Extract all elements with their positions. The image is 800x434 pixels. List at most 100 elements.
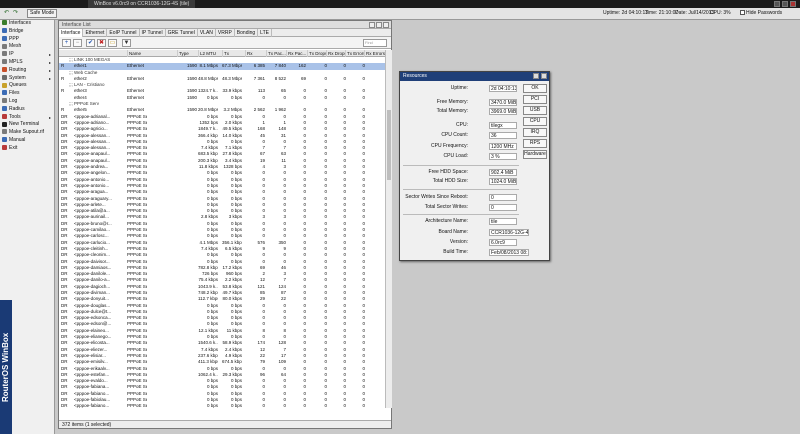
bridge-icon: [2, 27, 7, 33]
column-header[interactable]: Name: [127, 50, 177, 57]
maximize-icon[interactable]: [782, 1, 788, 7]
log-icon: [2, 98, 7, 104]
table-cell: PPPoE Server Binding: [127, 403, 147, 408]
table-cell: 0: [303, 403, 306, 408]
hide-passwords-label: Hide Passwords: [746, 10, 783, 16]
architecture-field: tile: [489, 218, 517, 225]
window-maximize-icon[interactable]: [376, 22, 382, 28]
date-status: Date: Jul/14/2013: [675, 10, 715, 16]
sidebar-item-label: Make Supout.rif: [9, 129, 45, 136]
sidebar-item-interfaces[interactable]: Interfaces: [0, 20, 54, 28]
sidebar-item-system[interactable]: System ▸: [0, 75, 54, 83]
column-header[interactable]: Tx Pac...: [266, 50, 286, 57]
free-hdd-field: 902.4 MiB: [489, 169, 517, 176]
resources-minimize-icon[interactable]: [533, 73, 539, 79]
column-header[interactable]: Tx Errors: [345, 50, 364, 57]
hide-passwords-checkbox[interactable]: Hide Passwords: [740, 10, 782, 17]
divider: [403, 189, 519, 190]
ok-button[interactable]: OK: [523, 84, 547, 93]
submenu-arrow-icon: ▸: [48, 75, 51, 81]
table-cell: <pppoe-fabiano...: [74, 403, 110, 408]
rps-button[interactable]: RPS: [523, 139, 547, 148]
submenu-arrow-icon: ▸: [48, 67, 51, 73]
cpu-label: CPU:: [456, 122, 468, 128]
sidebar-item-exit[interactable]: Exit: [0, 145, 54, 153]
tab-lte[interactable]: LTE: [258, 29, 272, 37]
system-icon: [2, 74, 7, 80]
enable-icon[interactable]: ✔: [86, 39, 95, 47]
undo-icon[interactable]: ↶: [3, 10, 10, 17]
column-header[interactable]: Type: [177, 50, 198, 57]
tab-gre-tunnel[interactable]: GRE Tunnel: [166, 29, 198, 37]
resources-close-icon[interactable]: [541, 73, 547, 79]
scrollbar-thumb[interactable]: [387, 110, 391, 180]
disable-icon[interactable]: ✖: [97, 39, 106, 47]
add-icon[interactable]: +: [62, 39, 71, 47]
find-input[interactable]: Find: [363, 39, 387, 47]
table-row[interactable]: DR <pppoe-fabiano... PPPoE Server Binding 0…: [59, 403, 385, 408]
sidebar-item-new-terminal[interactable]: New Terminal: [0, 121, 54, 129]
pci-button[interactable]: PCI: [523, 95, 547, 104]
column-header[interactable]: Rx Pac...: [286, 50, 307, 57]
supout-icon: [2, 129, 7, 135]
irq-button[interactable]: IRQ: [523, 128, 547, 137]
close-icon[interactable]: [790, 1, 796, 7]
tab-bonding[interactable]: Bonding: [235, 29, 259, 37]
architecture-label: Architecture Name:: [425, 218, 468, 224]
window-minimize-icon[interactable]: [369, 22, 375, 28]
safe-mode-button[interactable]: Safe Mode: [27, 9, 58, 18]
filter-icon[interactable]: ▼: [122, 39, 131, 47]
hardware-button[interactable]: Hardware: [523, 150, 547, 159]
table-scrollbar[interactable]: [385, 50, 392, 408]
sidebar-item-ip[interactable]: IP ▸: [0, 51, 54, 59]
board-name-field: CCR1036-12G-4S: [489, 229, 529, 236]
remove-icon[interactable]: −: [73, 39, 82, 47]
checkbox-icon: [740, 10, 745, 16]
tab-vlan[interactable]: VLAN: [198, 29, 216, 37]
table-cell: 0: [343, 403, 346, 408]
table-cell: 0: [262, 403, 265, 408]
tab-ethernet[interactable]: Ethernet: [83, 29, 108, 37]
files-icon: [2, 90, 7, 96]
redo-icon[interactable]: ↷: [12, 10, 19, 17]
sidebar-item-label: PPP: [9, 35, 20, 42]
sidebar-item-mpls[interactable]: MPLS ▸: [0, 59, 54, 67]
column-header[interactable]: Tx: [222, 50, 245, 57]
column-header[interactable]: Rx Drops: [326, 50, 345, 57]
sidebar-item-manual[interactable]: Manual: [0, 137, 54, 145]
sidebar-item-routing[interactable]: Routing ▸: [0, 67, 54, 75]
mesh-icon: [2, 43, 7, 49]
tab-interface[interactable]: Interface: [59, 29, 84, 37]
minimize-icon[interactable]: [774, 1, 780, 7]
column-header[interactable]: Rx: [245, 50, 266, 57]
column-header[interactable]: L2 MTU: [198, 50, 222, 57]
window-close-icon[interactable]: [383, 22, 389, 28]
tab-ip-tunnel[interactable]: IP Tunnel: [140, 29, 166, 37]
tab-vrrp[interactable]: VRRP: [216, 29, 235, 37]
cpu-button[interactable]: CPU: [523, 117, 547, 126]
sidebar-item-bridge[interactable]: Bridge: [0, 28, 54, 36]
interfaces-icon: [2, 20, 7, 26]
uptime-field: 2d 04:10:13: [489, 85, 517, 92]
sidebar-item-files[interactable]: Files: [0, 90, 54, 98]
sidebar-item-mesh[interactable]: Mesh: [0, 43, 54, 51]
sidebar-item-label: Interfaces: [9, 20, 31, 26]
divider: [403, 165, 519, 166]
sidebar-item-tools[interactable]: Tools ▸: [0, 114, 54, 122]
cpu-frequency-label: CPU Frequency:: [431, 143, 468, 149]
sidebar-item-ppp[interactable]: PPP: [0, 36, 54, 44]
sidebar-item-make-supout-rif[interactable]: Make Supout.rif: [0, 129, 54, 137]
sidebar-item-log[interactable]: Log: [0, 98, 54, 106]
column-header[interactable]: Tx Drops: [307, 50, 326, 57]
usb-button[interactable]: USB: [523, 106, 547, 115]
total-memory-label: Total Memory:: [436, 108, 468, 114]
comment-icon[interactable]: ▭: [108, 39, 117, 47]
terminal-icon: [2, 121, 7, 127]
tab-eoip-tunnel[interactable]: EoIP Tunnel: [107, 29, 140, 37]
sidebar-item-radius[interactable]: Radius: [0, 106, 54, 114]
table-cell: 0: [362, 403, 365, 408]
mpls-icon: [2, 59, 7, 65]
sidebar-item-queues[interactable]: Queues: [0, 82, 54, 90]
table-cell: 0 bps: [206, 403, 218, 408]
column-header[interactable]: Rx Errors: [364, 50, 385, 57]
